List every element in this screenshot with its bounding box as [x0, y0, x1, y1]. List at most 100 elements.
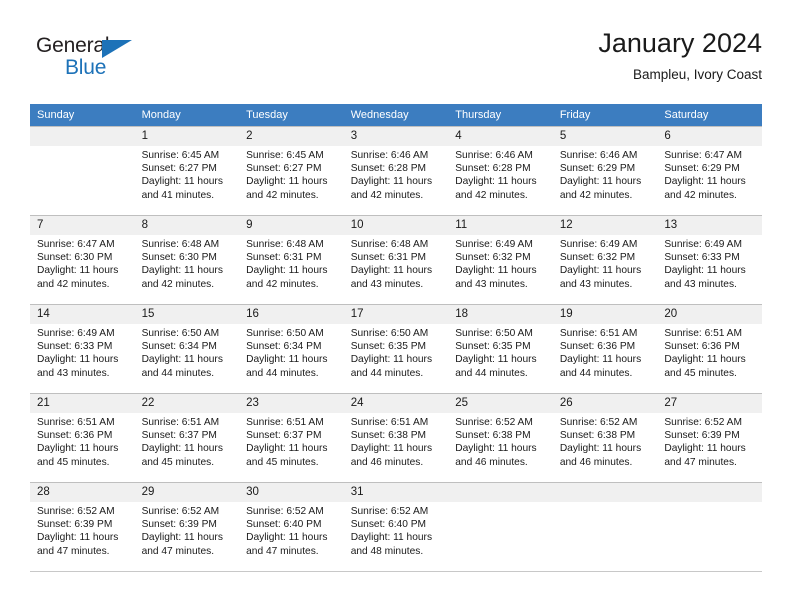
day-number — [657, 483, 762, 502]
calendar-day-cell[interactable]: 28 Sunrise: 6:52 AM Sunset: 6:39 PM Dayligh… — [30, 482, 135, 572]
sunset-text: Sunset: 6:40 PM — [350, 519, 427, 531]
calendar-day-cell[interactable]: 5 Sunrise: 6:46 AM Sunset: 6:29 PM Daylight… — [552, 126, 658, 216]
calendar-day-cell[interactable]: 23 Sunrise: 6:51 AM Sunset: 6:37 PM Dayligh… — [239, 393, 344, 483]
day-details: Sunrise: 6:47 AM Sunset: 6:30 PM Daylight:… — [30, 235, 135, 291]
calendar-week-row: 14 Sunrise: 6:49 AM Sunset: 6:33 PM Dayligh… — [30, 304, 762, 394]
calendar-day-cell[interactable]: 22 Sunrise: 6:51 AM Sunset: 6:37 PM Dayligh… — [134, 393, 240, 483]
calendar-empty-cell — [657, 482, 762, 572]
calendar-day-cell[interactable]: 18 Sunrise: 6:50 AM Sunset: 6:35 PM Dayligh… — [448, 304, 553, 394]
calendar-day-cell[interactable]: 15 Sunrise: 6:50 AM Sunset: 6:34 PM Dayligh… — [134, 304, 240, 394]
sunset-text: Sunset: 6:33 PM — [664, 252, 740, 264]
sunset-text: Sunset: 6:28 PM — [350, 163, 427, 175]
calendar-day-cell[interactable]: 29 Sunrise: 6:52 AM Sunset: 6:39 PM Dayligh… — [134, 482, 240, 572]
daylight-text-line1: Daylight: 11 hours — [246, 532, 328, 544]
calendar-day-cell[interactable]: 10 Sunrise: 6:48 AM Sunset: 6:31 PM Dayligh… — [343, 215, 449, 305]
general-blue-logo[interactable]: General Blue — [36, 34, 166, 86]
calendar-day-cell[interactable]: 11 Sunrise: 6:49 AM Sunset: 6:32 PM Dayligh… — [448, 215, 553, 305]
sunset-text: Sunset: 6:30 PM — [141, 252, 217, 264]
calendar-day-cell[interactable]: 26 Sunrise: 6:52 AM Sunset: 6:38 PM Dayligh… — [552, 393, 658, 483]
day-details: Sunrise: 6:52 AM Sunset: 6:40 PM Daylight:… — [239, 502, 344, 558]
weekday-header-wednesday: Wednesday — [343, 104, 449, 127]
sunrise-text: Sunrise: 6:52 AM — [141, 506, 220, 517]
sunrise-text: Sunrise: 6:48 AM — [141, 239, 220, 250]
daylight-text-line1: Daylight: 11 hours — [664, 265, 746, 277]
daylight-text-line1: Daylight: 11 hours — [350, 176, 433, 188]
calendar-day-cell[interactable]: 14 Sunrise: 6:49 AM Sunset: 6:33 PM Dayligh… — [30, 304, 135, 394]
calendar-day-cell[interactable]: 12 Sunrise: 6:49 AM Sunset: 6:32 PM Dayligh… — [552, 215, 658, 305]
daylight-text-line1: Daylight: 11 hours — [455, 354, 537, 366]
day-details: Sunrise: 6:48 AM Sunset: 6:31 PM Daylight:… — [344, 235, 449, 291]
daylight-text-line2: and 43 minutes. — [350, 278, 424, 290]
day-number: 5 — [552, 127, 658, 146]
calendar-day-cell[interactable]: 25 Sunrise: 6:52 AM Sunset: 6:38 PM Dayligh… — [448, 393, 553, 483]
page-title: January 2024 — [598, 28, 762, 58]
day-number: 6 — [657, 127, 762, 146]
day-details: Sunrise: 6:52 AM Sunset: 6:38 PM Daylight:… — [553, 413, 658, 469]
calendar-day-cell[interactable]: 3 Sunrise: 6:46 AM Sunset: 6:28 PM Daylight… — [343, 126, 449, 216]
day-details: Sunrise: 6:45 AM Sunset: 6:27 PM Daylight:… — [239, 146, 344, 202]
sunset-text: Sunset: 6:33 PM — [37, 341, 113, 353]
day-details: Sunrise: 6:46 AM Sunset: 6:28 PM Daylight:… — [344, 146, 449, 202]
sunset-text: Sunset: 6:31 PM — [246, 252, 322, 264]
sunrise-text: Sunrise: 6:50 AM — [350, 328, 429, 339]
calendar-day-cell[interactable]: 13 Sunrise: 6:49 AM Sunset: 6:33 PM Dayligh… — [657, 215, 762, 305]
daylight-text-line2: and 43 minutes. — [559, 278, 633, 290]
calendar-day-cell[interactable]: 1 Sunrise: 6:45 AM Sunset: 6:27 PM Daylight… — [134, 126, 240, 216]
daylight-text-line2: and 43 minutes. — [664, 278, 737, 290]
daylight-text-line2: and 44 minutes. — [246, 367, 319, 379]
day-details: Sunrise: 6:50 AM Sunset: 6:34 PM Daylight:… — [135, 324, 240, 380]
daylight-text-line1: Daylight: 11 hours — [455, 443, 537, 455]
calendar-empty-cell — [552, 482, 658, 572]
day-number: 19 — [552, 305, 658, 324]
sunset-text: Sunset: 6:37 PM — [246, 430, 322, 442]
daylight-text-line2: and 45 minutes. — [37, 456, 110, 468]
calendar-day-cell[interactable]: 2 Sunrise: 6:45 AM Sunset: 6:27 PM Daylight… — [239, 126, 344, 216]
calendar-day-cell[interactable]: 24 Sunrise: 6:51 AM Sunset: 6:38 PM Dayligh… — [343, 393, 449, 483]
day-number — [448, 483, 553, 502]
daylight-text-line2: and 45 minutes. — [141, 456, 215, 468]
sunset-text: Sunset: 6:34 PM — [246, 341, 322, 353]
calendar-day-cell[interactable]: 20 Sunrise: 6:51 AM Sunset: 6:36 PM Dayligh… — [657, 304, 762, 394]
sunrise-text: Sunrise: 6:48 AM — [350, 239, 429, 250]
daylight-text-line1: Daylight: 11 hours — [141, 532, 223, 544]
day-number: 8 — [134, 216, 240, 235]
calendar-day-cell[interactable]: 4 Sunrise: 6:46 AM Sunset: 6:28 PM Daylight… — [448, 126, 553, 216]
daylight-text-line1: Daylight: 11 hours — [246, 443, 328, 455]
sunset-text: Sunset: 6:38 PM — [559, 430, 636, 442]
calendar-day-cell[interactable]: 16 Sunrise: 6:50 AM Sunset: 6:34 PM Dayligh… — [239, 304, 344, 394]
calendar-day-cell[interactable]: 31 Sunrise: 6:52 AM Sunset: 6:40 PM Dayligh… — [343, 482, 449, 572]
calendar-day-cell[interactable]: 21 Sunrise: 6:51 AM Sunset: 6:36 PM Dayligh… — [30, 393, 135, 483]
day-details: Sunrise: 6:52 AM Sunset: 6:40 PM Daylight:… — [344, 502, 449, 558]
daylight-text-line2: and 42 minutes. — [455, 189, 528, 201]
calendar-day-cell[interactable]: 19 Sunrise: 6:51 AM Sunset: 6:36 PM Dayligh… — [552, 304, 658, 394]
sunset-text: Sunset: 6:35 PM — [455, 341, 531, 353]
daylight-text-line2: and 42 minutes. — [246, 278, 319, 290]
sunrise-text: Sunrise: 6:49 AM — [37, 328, 115, 339]
daylight-text-line1: Daylight: 11 hours — [141, 265, 223, 277]
daylight-text-line1: Daylight: 11 hours — [246, 176, 328, 188]
calendar-day-cell[interactable]: 6 Sunrise: 6:47 AM Sunset: 6:29 PM Daylight… — [657, 126, 762, 216]
day-number: 24 — [343, 394, 449, 413]
triangle-icon — [102, 40, 132, 58]
title-block: January 2024 Bampleu, Ivory Coast — [598, 26, 762, 85]
day-details: Sunrise: 6:45 AM Sunset: 6:27 PM Daylight:… — [135, 146, 240, 202]
sunset-text: Sunset: 6:36 PM — [559, 341, 636, 353]
daylight-text-line1: Daylight: 11 hours — [141, 354, 223, 366]
daylight-text-line2: and 42 minutes. — [559, 189, 633, 201]
day-details: Sunrise: 6:48 AM Sunset: 6:31 PM Daylight:… — [239, 235, 344, 291]
day-details: Sunrise: 6:49 AM Sunset: 6:33 PM Daylight:… — [657, 235, 762, 291]
calendar-day-cell[interactable]: 30 Sunrise: 6:52 AM Sunset: 6:40 PM Dayligh… — [239, 482, 344, 572]
daylight-text-line2: and 47 minutes. — [664, 456, 737, 468]
calendar-day-cell[interactable]: 17 Sunrise: 6:50 AM Sunset: 6:35 PM Dayligh… — [343, 304, 449, 394]
sunset-text: Sunset: 6:27 PM — [141, 163, 217, 175]
calendar-day-cell[interactable]: 8 Sunrise: 6:48 AM Sunset: 6:30 PM Daylight… — [134, 215, 240, 305]
daylight-text-line1: Daylight: 11 hours — [455, 176, 537, 188]
day-details: Sunrise: 6:51 AM Sunset: 6:36 PM Daylight:… — [30, 413, 135, 469]
calendar-day-cell[interactable]: 7 Sunrise: 6:47 AM Sunset: 6:30 PM Daylight… — [30, 215, 135, 305]
daylight-text-line1: Daylight: 11 hours — [559, 354, 642, 366]
sunset-text: Sunset: 6:39 PM — [37, 519, 113, 531]
calendar-day-cell[interactable]: 9 Sunrise: 6:48 AM Sunset: 6:31 PM Daylight… — [239, 215, 344, 305]
day-number: 18 — [448, 305, 553, 324]
daylight-text-line1: Daylight: 11 hours — [350, 443, 433, 455]
calendar-day-cell[interactable]: 27 Sunrise: 6:52 AM Sunset: 6:39 PM Dayligh… — [657, 393, 762, 483]
